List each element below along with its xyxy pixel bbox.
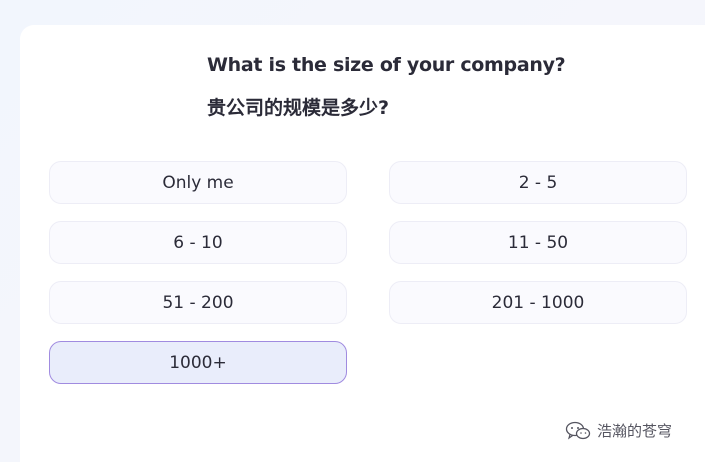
option-2-5[interactable]: 2 - 5 [389,161,687,204]
wechat-icon [565,421,591,441]
option-51-200[interactable]: 51 - 200 [49,281,347,324]
watermark: 浩瀚的苍穹 [565,420,672,441]
option-11-50[interactable]: 11 - 50 [389,221,687,264]
question-title-chinese: 贵公司的规模是多少? [207,97,390,119]
question-title-english: What is the size of your company? [207,54,566,76]
option-1000-plus[interactable]: 1000+ [49,341,347,384]
option-6-10[interactable]: 6 - 10 [49,221,347,264]
option-201-1000[interactable]: 201 - 1000 [389,281,687,324]
watermark-text: 浩瀚的苍穹 [597,422,673,440]
option-only-me[interactable]: Only me [49,161,347,204]
